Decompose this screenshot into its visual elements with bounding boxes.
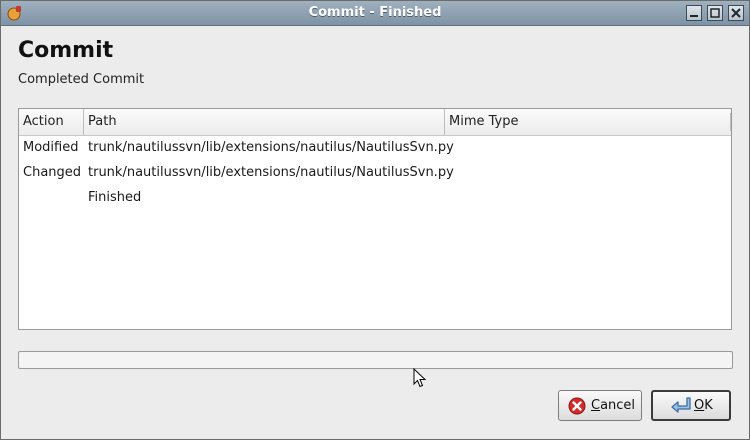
cancel-button-label: Cancel bbox=[591, 398, 635, 413]
row-path: Finished bbox=[88, 190, 142, 205]
dialog-subheading: Completed Commit bbox=[18, 72, 145, 87]
minimize-button[interactable] bbox=[686, 5, 702, 21]
enter-arrow-icon bbox=[671, 397, 691, 413]
row-path: trunk/nautilussvn/lib/extensions/nautilu… bbox=[88, 165, 454, 180]
table-row[interactable]: Changed trunk/nautilussvn/lib/extensions… bbox=[19, 160, 731, 185]
column-header-action[interactable]: Action bbox=[19, 109, 82, 135]
column-header-mime-type[interactable]: Mime Type bbox=[444, 109, 731, 135]
commit-results-table[interactable]: Action Path Mime Type Modified trunk/nau… bbox=[18, 108, 732, 330]
cancel-label-rest: ancel bbox=[600, 398, 636, 413]
window-title: Commit - Finished bbox=[308, 5, 442, 20]
row-path: trunk/nautilussvn/lib/extensions/nautilu… bbox=[88, 140, 454, 155]
cancel-mnemonic: C bbox=[591, 398, 601, 413]
ok-label-rest: K bbox=[704, 398, 713, 413]
mouse-pointer-icon bbox=[413, 368, 427, 388]
dialog-heading: Commit bbox=[18, 38, 114, 63]
commit-dialog-window: Commit - Finished Commit Completed Commi… bbox=[0, 0, 750, 440]
ok-button[interactable]: OK bbox=[651, 390, 731, 421]
table-header: Action Path Mime Type bbox=[19, 109, 731, 136]
ok-mnemonic: O bbox=[694, 398, 705, 413]
minimize-icon bbox=[690, 15, 698, 17]
table-row[interactable]: Finished bbox=[19, 185, 731, 210]
close-icon bbox=[731, 8, 741, 18]
title-bar[interactable]: Commit - Finished bbox=[1, 1, 749, 26]
table-row[interactable]: Modified trunk/nautilussvn/lib/extension… bbox=[19, 135, 731, 160]
cancel-icon bbox=[568, 397, 586, 415]
cancel-button[interactable]: Cancel bbox=[558, 390, 642, 421]
column-header-path[interactable]: Path bbox=[83, 109, 443, 135]
row-action: Modified bbox=[23, 140, 79, 155]
progress-bar bbox=[18, 351, 733, 369]
column-separator bbox=[730, 113, 731, 131]
row-action: Changed bbox=[23, 165, 82, 180]
ok-button-label: OK bbox=[694, 398, 713, 413]
maximize-icon bbox=[710, 8, 720, 18]
maximize-button[interactable] bbox=[707, 5, 723, 21]
close-button[interactable] bbox=[728, 5, 744, 21]
